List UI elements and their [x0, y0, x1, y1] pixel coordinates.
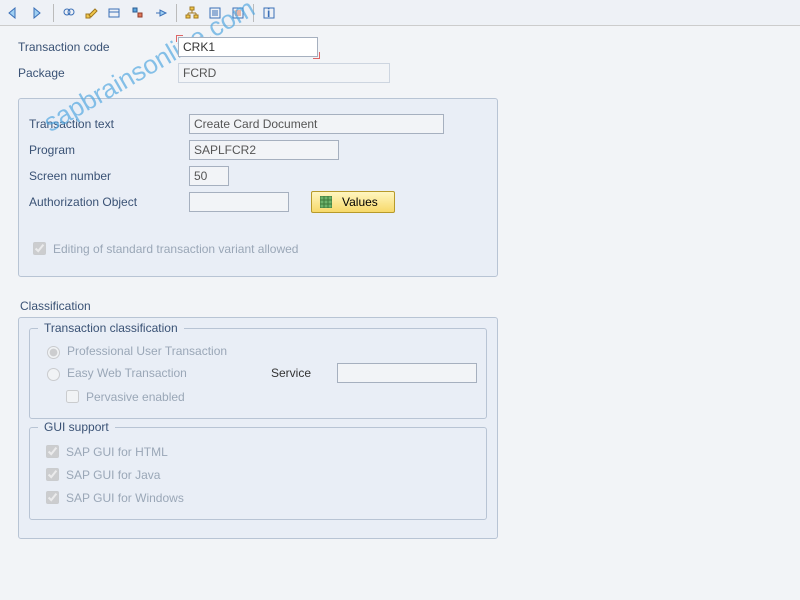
- auth-object-label: Authorization Object: [29, 195, 189, 209]
- values-button[interactable]: Values: [311, 191, 395, 213]
- professional-radio: [47, 346, 60, 359]
- grid-icon: [320, 196, 332, 208]
- display-icon[interactable]: [58, 3, 80, 23]
- classification-title: Classification: [20, 299, 782, 313]
- back-icon[interactable]: [4, 3, 26, 23]
- execute-icon[interactable]: [150, 3, 172, 23]
- hierarchy-icon[interactable]: [181, 3, 203, 23]
- gui-java-checkbox: [46, 468, 59, 481]
- easy-web-radio: [47, 368, 60, 381]
- service-label: Service: [271, 366, 333, 380]
- transaction-classification-title: Transaction classification: [38, 321, 184, 335]
- package-label: Package: [18, 66, 178, 80]
- program-input: [189, 140, 339, 160]
- gui-windows-label: SAP GUI for Windows: [66, 491, 184, 505]
- editing-allowed-label: Editing of standard transaction variant …: [53, 242, 298, 256]
- transaction-text-input: [189, 114, 444, 134]
- professional-label: Professional User Transaction: [67, 344, 227, 358]
- svg-text:i: i: [267, 6, 270, 20]
- info-icon[interactable]: i: [258, 3, 280, 23]
- separator-icon: [53, 4, 54, 22]
- screen-number-input: [189, 166, 229, 186]
- service-input: [337, 363, 477, 383]
- collapse-icon[interactable]: [204, 3, 226, 23]
- editing-allowed-checkbox: [33, 242, 46, 255]
- pervasive-checkbox: [66, 390, 79, 403]
- activate-icon[interactable]: [127, 3, 149, 23]
- separator-icon: [253, 4, 254, 22]
- gui-java-label: SAP GUI for Java: [66, 468, 160, 482]
- gui-support-group: GUI support SAP GUI for HTML SAP GUI for…: [29, 427, 487, 520]
- details-panel: Transaction text Program Screen number A…: [18, 98, 498, 277]
- package-input: [178, 63, 390, 83]
- required-marker-icon: [178, 37, 318, 57]
- pervasive-label: Pervasive enabled: [86, 390, 185, 404]
- forward-icon[interactable]: [27, 3, 49, 23]
- separator-icon: [176, 4, 177, 22]
- screen-number-label: Screen number: [29, 169, 189, 183]
- change-icon[interactable]: [81, 3, 103, 23]
- transaction-code-input[interactable]: [178, 37, 318, 57]
- gui-windows-checkbox: [46, 491, 59, 504]
- easy-web-label: Easy Web Transaction: [67, 366, 267, 380]
- gui-support-title: GUI support: [38, 420, 115, 434]
- classification-panel: Transaction classification Professional …: [18, 317, 498, 539]
- expand-icon[interactable]: [227, 3, 249, 23]
- other-object-icon[interactable]: [104, 3, 126, 23]
- gui-html-checkbox: [46, 445, 59, 458]
- toolbar: i: [0, 0, 800, 26]
- program-label: Program: [29, 143, 189, 157]
- transaction-text-label: Transaction text: [29, 117, 189, 131]
- gui-html-label: SAP GUI for HTML: [66, 445, 168, 459]
- editing-allowed-row: Editing of standard transaction variant …: [29, 239, 487, 258]
- auth-object-input: [189, 192, 289, 212]
- transaction-classification-group: Transaction classification Professional …: [29, 328, 487, 419]
- values-button-label: Values: [342, 195, 378, 209]
- transaction-code-label: Transaction code: [18, 40, 178, 54]
